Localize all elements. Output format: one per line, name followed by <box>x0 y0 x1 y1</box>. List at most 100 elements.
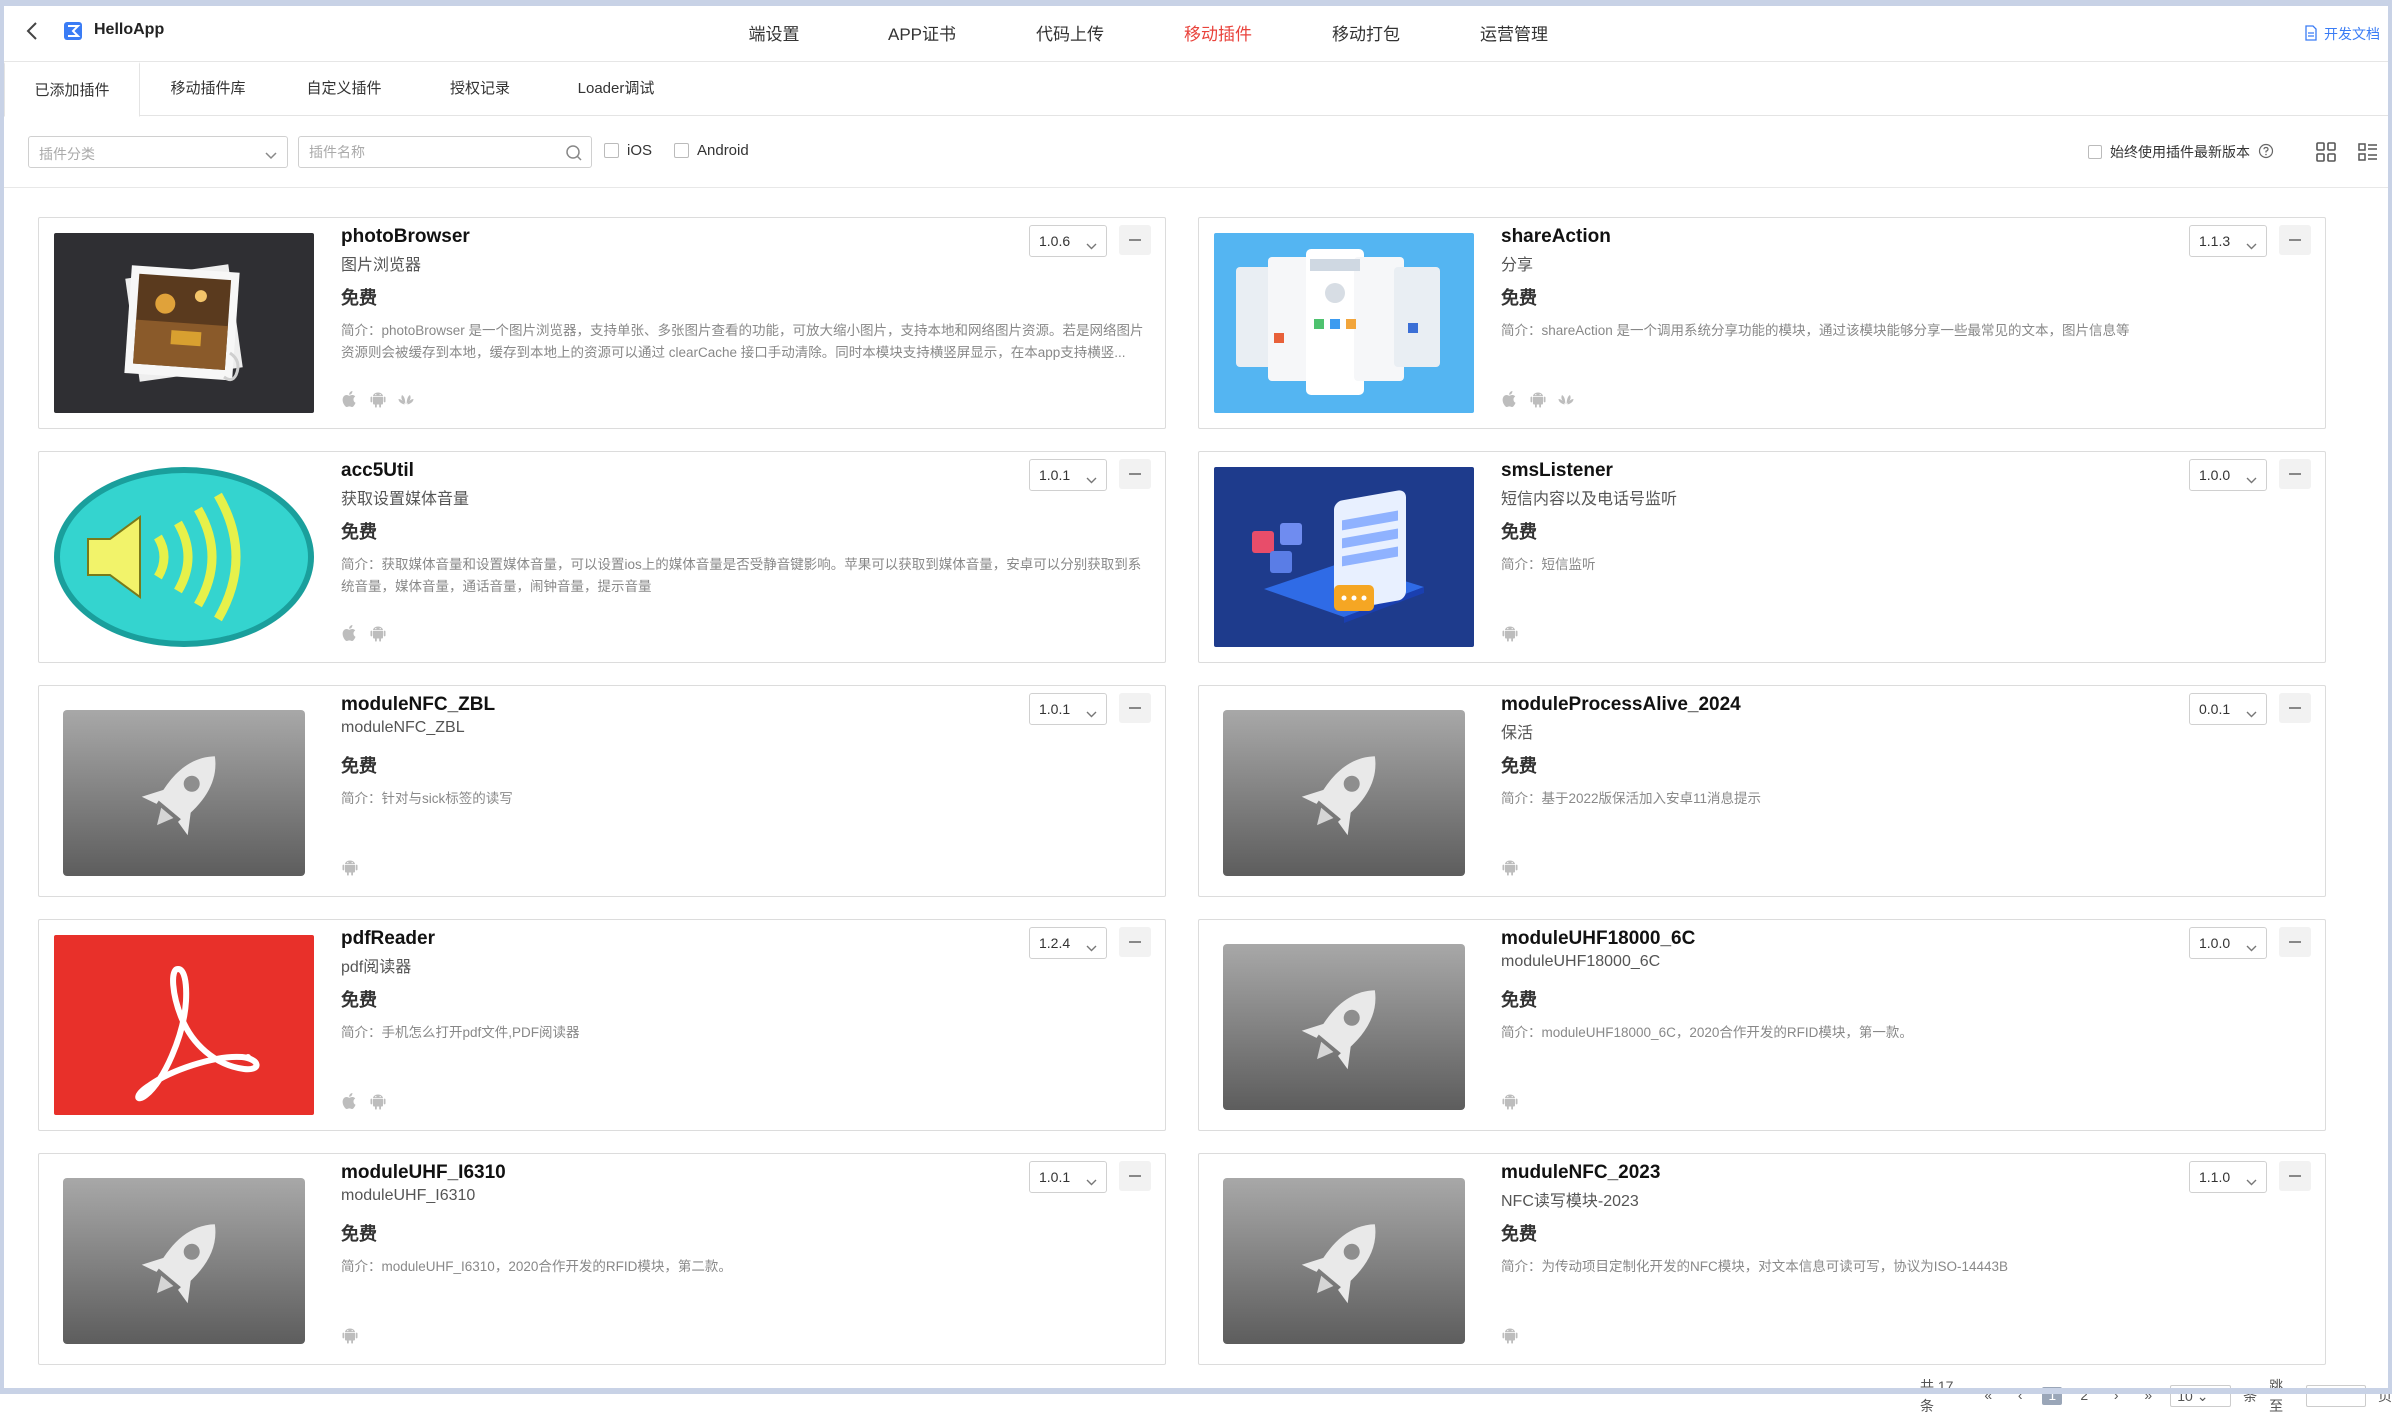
nav-app-certificate[interactable]: APP证书 <box>848 20 996 45</box>
checkbox-box[interactable] <box>674 143 689 158</box>
plugin-name[interactable]: pdfReader <box>341 928 435 950</box>
android-icon <box>369 390 387 408</box>
plugin-thumbnail[interactable] <box>1214 467 1474 647</box>
grid-view-icon[interactable] <box>2314 140 2338 164</box>
remove-plugin-button[interactable] <box>1119 693 1151 723</box>
android-icon <box>1501 624 1519 642</box>
search-input[interactable] <box>299 137 549 167</box>
checkbox-box[interactable] <box>604 143 619 158</box>
goto-page-input[interactable] <box>2306 1385 2366 1407</box>
dev-docs-link[interactable]: 开发文档 <box>2304 24 2380 44</box>
remove-plugin-button[interactable] <box>2279 459 2311 489</box>
version-select[interactable]: 1.0.1 <box>1029 459 1107 491</box>
platform-icons <box>341 858 359 876</box>
tab-plugin-library[interactable]: 移动插件库 <box>140 62 276 116</box>
plugin-card[interactable]: acc5Util 获取设置媒体音量 免费 简介：获取媒体音量和设置媒体音量，可以设置i… <box>38 451 1166 663</box>
search-icon[interactable] <box>565 144 583 167</box>
plugin-thumbnail[interactable] <box>54 233 314 413</box>
android-icon <box>341 1326 359 1344</box>
always-latest-checkbox[interactable]: 始终使用插件最新版本 <box>2088 142 2274 162</box>
plugin-name[interactable]: moduleNFC_ZBL <box>341 694 495 716</box>
remove-plugin-button[interactable] <box>1119 459 1151 489</box>
category-select[interactable]: 插件分类 <box>28 136 288 168</box>
plugin-card[interactable]: muduleNFC_2023 NFC读写模块-2023 免费 简介：为传动项目定制化开… <box>1198 1153 2326 1365</box>
tab-license-records[interactable]: 授权记录 <box>412 62 548 116</box>
help-icon[interactable] <box>2258 143 2274 162</box>
plugin-name[interactable]: moduleProcessAlive_2024 <box>1501 694 1741 716</box>
plugin-thumbnail[interactable] <box>1223 710 1465 876</box>
remove-plugin-button[interactable] <box>2279 225 2311 255</box>
page-size-select[interactable]: 10 ⌄ <box>2170 1385 2232 1407</box>
remove-plugin-button[interactable] <box>1119 927 1151 957</box>
nav-code-upload[interactable]: 代码上传 <box>996 20 1144 45</box>
plugin-name[interactable]: shareAction <box>1501 226 1611 248</box>
tab-loader-debug[interactable]: Loader调试 <box>548 62 684 116</box>
chevron-down-icon <box>2246 1173 2257 1189</box>
version-select[interactable]: 1.1.3 <box>2189 225 2267 257</box>
tab-added-plugins[interactable]: 已添加插件 <box>4 62 140 117</box>
ios-checkbox[interactable]: iOS <box>604 142 652 159</box>
version-select[interactable]: 1.0.6 <box>1029 225 1107 257</box>
plugin-card[interactable]: moduleNFC_ZBL moduleNFC_ZBL 免费 简介：针对与sick标签… <box>38 685 1166 897</box>
plugin-card[interactable]: shareAction 分享 免费 简介：shareAction 是一个调用系统分享功… <box>1198 217 2326 429</box>
plugin-name[interactable]: muduleNFC_2023 <box>1501 1162 1660 1184</box>
android-checkbox[interactable]: Android <box>674 142 749 159</box>
plugin-name[interactable]: moduleUHF18000_6C <box>1501 928 1695 950</box>
plugin-thumbnail[interactable] <box>1223 944 1465 1110</box>
plugin-card[interactable]: moduleUHF_I6310 moduleUHF_I6310 免费 简介：modul… <box>38 1153 1166 1365</box>
plugin-card[interactable]: moduleProcessAlive_2024 保活 免费 简介：基于2022版保活加… <box>1198 685 2326 897</box>
nav-mobile-packaging[interactable]: 移动打包 <box>1292 20 1440 45</box>
page-1[interactable]: 1 <box>2042 1387 2063 1405</box>
remove-plugin-button[interactable] <box>1119 1161 1151 1191</box>
version-select[interactable]: 1.0.1 <box>1029 693 1107 725</box>
android-icon <box>341 858 359 876</box>
tab-custom-plugins[interactable]: 自定义插件 <box>276 62 412 116</box>
remove-plugin-button[interactable] <box>1119 225 1151 255</box>
remove-plugin-button[interactable] <box>2279 927 2311 957</box>
next-page-icon[interactable]: › <box>2106 1387 2126 1405</box>
plugin-card[interactable]: photoBrowser 图片浏览器 免费 简介：photoBrowser 是一个图片… <box>38 217 1166 429</box>
plugin-subtitle: 短信内容以及电话号监听 <box>1501 491 1678 508</box>
pagination: 共 17 条 « ‹ 1 2 › » 10 ⌄ 条 跳至 页 <box>1920 1378 2392 1414</box>
nav-mobile-plugins[interactable]: 移动插件 <box>1144 20 1292 45</box>
plugin-thumbnail[interactable] <box>63 1178 305 1344</box>
plugin-thumbnail[interactable] <box>63 710 305 876</box>
plugin-thumbnail[interactable] <box>1214 233 1474 413</box>
version-select[interactable]: 1.0.0 <box>2189 927 2267 959</box>
platform-icons <box>1501 1326 1519 1344</box>
list-view-icon[interactable] <box>2356 140 2380 164</box>
plugin-subtitle: 图片浏览器 <box>341 257 422 274</box>
plugin-card[interactable]: moduleUHF18000_6C moduleUHF18000_6C 免费 简介：m… <box>1198 919 2326 1131</box>
plugin-price: 免费 <box>1501 1224 1537 1244</box>
plugin-description: 简介：获取媒体音量和设置媒体音量，可以设置ios上的媒体音量是否受静音键影响。苹… <box>341 557 1142 594</box>
plugin-card[interactable]: pdfReader pdf阅读器 免费 简介：手机怎么打开pdf文件,PDF阅读器 1.… <box>38 919 1166 1131</box>
remove-plugin-button[interactable] <box>2279 693 2311 723</box>
version-select[interactable]: 1.0.0 <box>2189 459 2267 491</box>
plugin-name[interactable]: smsListener <box>1501 460 1613 482</box>
plugin-thumbnail[interactable] <box>54 935 314 1115</box>
plugin-subtitle: 保活 <box>1501 725 1534 742</box>
nav-operations[interactable]: 运营管理 <box>1440 20 1588 45</box>
back-arrow-icon[interactable] <box>18 16 48 46</box>
version-select[interactable]: 1.0.1 <box>1029 1161 1107 1193</box>
huawei-icon <box>397 390 415 408</box>
plugin-card[interactable]: smsListener 短信内容以及电话号监听 免费 简介：短信监听 1.0.0 <box>1198 451 2326 663</box>
plugin-name[interactable]: photoBrowser <box>341 226 470 248</box>
plugin-name[interactable]: acc5Util <box>341 460 414 482</box>
page-2[interactable]: 2 <box>2074 1387 2094 1405</box>
plugin-description: 简介：photoBrowser 是一个图片浏览器，支持单张、多张图片查看的功能，… <box>341 323 1144 360</box>
remove-plugin-button[interactable] <box>2279 1161 2311 1191</box>
first-page-icon[interactable]: « <box>1978 1387 1998 1405</box>
checkbox-box[interactable] <box>2088 145 2102 159</box>
plugin-thumbnail[interactable] <box>54 467 314 647</box>
nav-client-settings[interactable]: 端设置 <box>700 20 848 45</box>
version-select[interactable]: 1.2.4 <box>1029 927 1107 959</box>
huawei-icon <box>1557 390 1575 408</box>
prev-page-icon[interactable]: ‹ <box>2010 1387 2030 1405</box>
plugin-name[interactable]: moduleUHF_I6310 <box>341 1162 506 1184</box>
version-select[interactable]: 1.1.0 <box>2189 1161 2267 1193</box>
plugin-thumbnail[interactable] <box>1223 1178 1465 1344</box>
last-page-icon[interactable]: » <box>2138 1387 2158 1405</box>
version-select[interactable]: 0.0.1 <box>2189 693 2267 725</box>
plugin-name-search[interactable] <box>298 136 592 168</box>
